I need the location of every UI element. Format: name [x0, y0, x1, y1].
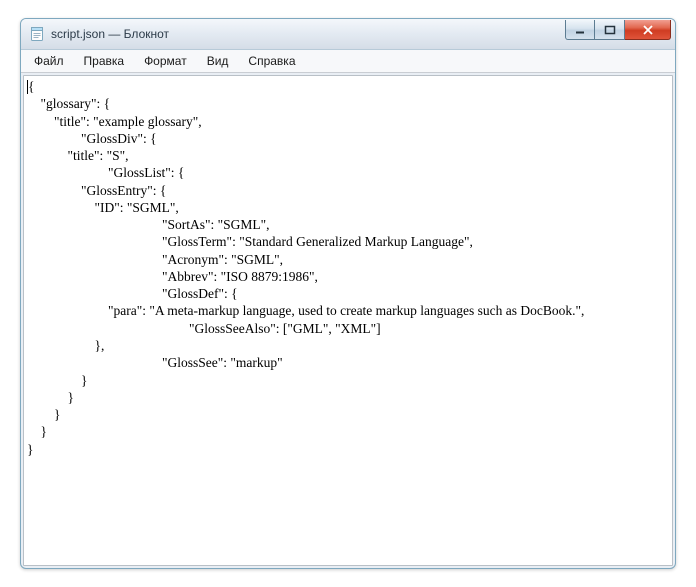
titlebar[interactable]: script.json — Блокнот — [21, 19, 675, 50]
app-window: script.json — Блокнот Файл Правка — [20, 18, 676, 569]
menu-file[interactable]: Файл — [25, 51, 73, 71]
close-button[interactable] — [625, 20, 671, 40]
minimize-button[interactable] — [565, 20, 595, 40]
window-controls — [565, 20, 671, 40]
window-title: script.json — Блокнот — [51, 27, 169, 41]
menu-edit[interactable]: Правка — [75, 51, 134, 71]
notepad-icon — [29, 26, 45, 42]
text-editor[interactable]: { "glossary": { "title": "example glossa… — [24, 76, 672, 565]
menu-format[interactable]: Формат — [135, 51, 196, 71]
menubar: Файл Правка Формат Вид Справка — [21, 50, 675, 73]
menu-view[interactable]: Вид — [198, 51, 238, 71]
editor-container: { "glossary": { "title": "example glossa… — [23, 75, 673, 566]
menu-help[interactable]: Справка — [239, 51, 304, 71]
editor-content: { "glossary": { "title": "example glossa… — [27, 79, 584, 457]
maximize-button[interactable] — [595, 20, 625, 40]
